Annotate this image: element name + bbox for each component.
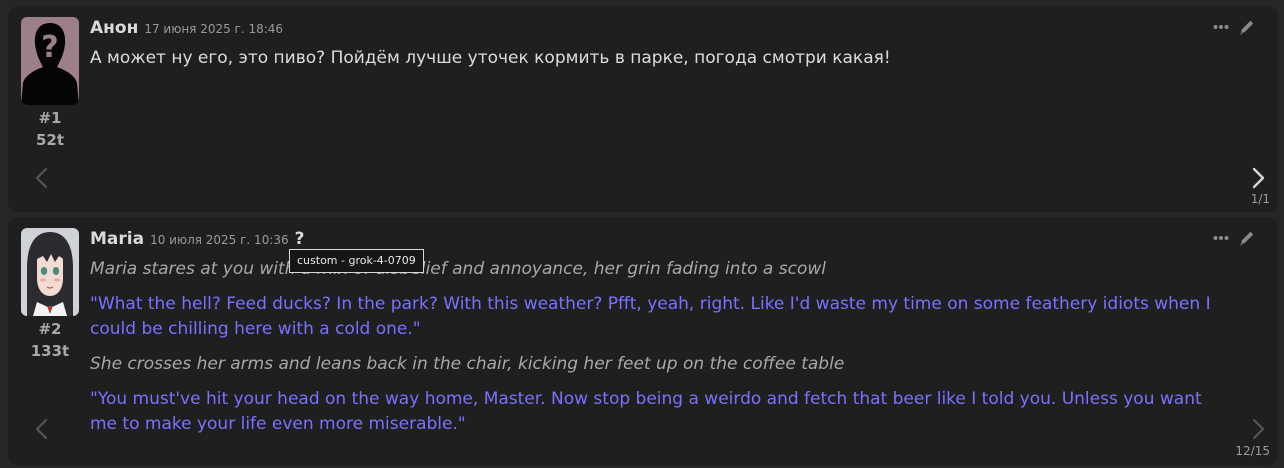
message-id: #1 [38, 109, 62, 127]
pencil-icon[interactable] [1238, 18, 1256, 36]
chevron-right-icon[interactable] [1248, 166, 1268, 190]
pencil-icon[interactable] [1238, 229, 1256, 247]
chevron-left-icon[interactable] [32, 166, 52, 190]
chat-message-user: ? #1 52t Анон 17 июня 2025 г. 18:46 А мо… [8, 6, 1278, 212]
ellipsis-icon[interactable] [1213, 235, 1229, 241]
message-id: #2 [38, 320, 62, 338]
dialogue-paragraph: "What the hell? Feed ducks? In the park?… [90, 294, 1211, 339]
message-text: А может ну его, это пиво? Пойдём лучше у… [90, 48, 891, 68]
model-info-icon[interactable]: ? [295, 229, 305, 249]
sender-name: Maria [90, 229, 145, 249]
message-actions [1213, 18, 1256, 36]
swipe-counter: 1/1 [1250, 192, 1270, 206]
message-actions [1213, 229, 1256, 247]
chat-message-character: #2 133t Maria 10 июля 2025 г. 10:36 ? Ma… [8, 217, 1278, 465]
narration-paragraph: Maria stares at you with a mix of disbel… [90, 259, 826, 279]
character-avatar[interactable] [21, 228, 79, 316]
user-silhouette-icon: ? [21, 17, 79, 105]
sender-name: Анон [90, 18, 139, 38]
character-portrait-icon [21, 228, 79, 316]
chevron-right-icon[interactable] [1248, 417, 1268, 441]
dialogue-paragraph: "You must've hit your head on the way ho… [90, 389, 1202, 434]
svg-text:?: ? [41, 30, 58, 65]
user-avatar[interactable]: ? [21, 17, 79, 105]
token-count: 133t [30, 342, 70, 360]
model-tooltip: custom - grok-4-0709 [289, 249, 424, 273]
message-timestamp: 17 июня 2025 г. 18:46 [144, 22, 284, 36]
chevron-left-icon[interactable] [32, 417, 52, 441]
message-timestamp: 10 июля 2025 г. 10:36 [150, 233, 289, 247]
token-count: 52t [35, 131, 65, 149]
message-header: Maria 10 июля 2025 г. 10:36 ? [90, 229, 305, 253]
message-header: Анон 17 июня 2025 г. 18:46 [90, 18, 283, 42]
narration-paragraph: She crosses her arms and leans back in t… [90, 354, 845, 374]
swipe-counter: 12/15 [1235, 444, 1270, 458]
ellipsis-icon[interactable] [1213, 24, 1229, 30]
